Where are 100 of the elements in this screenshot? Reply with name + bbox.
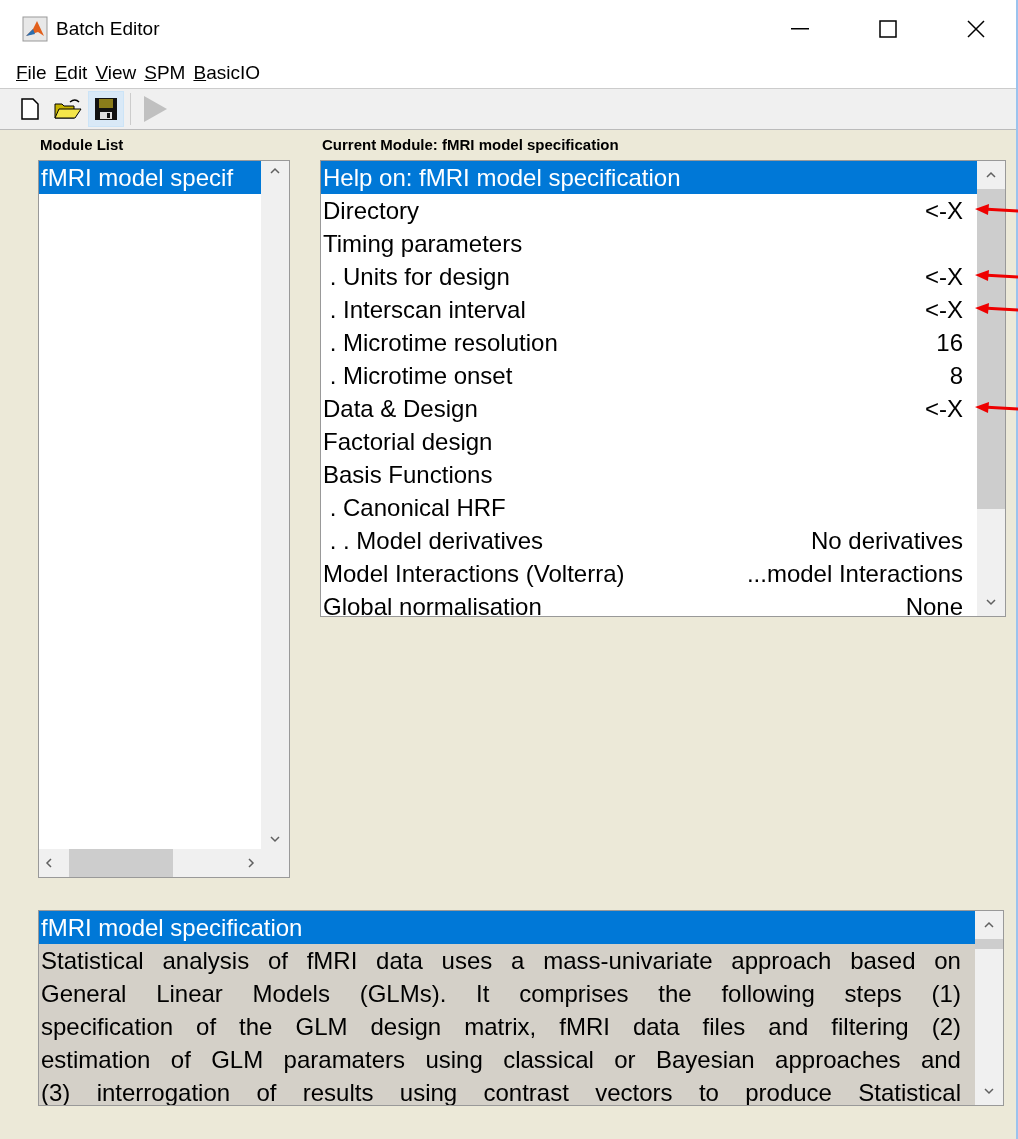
item-label[interactable]: . Canonical HRF xyxy=(323,491,506,524)
menu-item[interactable]: File xyxy=(16,62,47,84)
help-text-word: of xyxy=(170,1045,191,1075)
help-text-word: contrast xyxy=(483,1078,569,1105)
help-text-word: Statistical xyxy=(858,1078,961,1105)
play-icon xyxy=(142,95,168,123)
help-text-word: Statistical xyxy=(41,946,144,976)
save-tool-button[interactable] xyxy=(88,91,124,127)
window-title: Batch Editor xyxy=(56,18,161,40)
help-text-word: Models xyxy=(252,979,330,1009)
scroll-down-icon[interactable] xyxy=(986,598,996,606)
help-text-word: approaches xyxy=(775,1045,901,1075)
help-text-word: uses xyxy=(441,946,493,976)
scrollbar-thumb[interactable] xyxy=(977,189,1005,509)
item-label[interactable]: Global normalisation xyxy=(323,590,542,616)
item-value: None xyxy=(905,592,963,616)
item-label[interactable]: . . Model derivatives xyxy=(323,524,544,557)
help-text-word: based xyxy=(850,946,916,976)
help-text-word: (2) xyxy=(931,1012,962,1042)
menu-item[interactable]: View xyxy=(95,62,137,84)
scrollbar-thumb[interactable] xyxy=(975,939,1003,949)
help-text-word: results xyxy=(302,1078,374,1105)
help-text-word: the xyxy=(658,979,692,1009)
item-label[interactable]: Factorial design xyxy=(323,425,493,458)
scroll-down-icon[interactable] xyxy=(270,835,280,843)
menu-item[interactable]: SPM xyxy=(144,62,186,84)
help-text-word: data xyxy=(632,1012,680,1042)
item-value: 16 xyxy=(936,328,963,358)
help-text-word: matrix, xyxy=(464,1012,537,1042)
scroll-up-icon[interactable] xyxy=(984,921,994,929)
item-label[interactable]: Timing parameters xyxy=(323,227,523,260)
item-label[interactable]: . Interscan interval xyxy=(323,293,526,326)
help-text-word: and xyxy=(920,1045,961,1075)
item-label[interactable]: . Microtime onset xyxy=(323,359,513,392)
open-folder-icon xyxy=(54,98,82,120)
item-value: No derivatives xyxy=(810,526,963,556)
item-label[interactable]: Directory xyxy=(323,194,419,227)
help-text-word: specification xyxy=(41,1012,174,1042)
item-label[interactable]: Data & Design xyxy=(323,392,478,425)
help-text-word: a xyxy=(511,946,525,976)
new-file-icon xyxy=(21,98,39,120)
help-text-word: of xyxy=(196,1012,217,1042)
help-text-word: GLM xyxy=(295,1012,348,1042)
help-text-word: analysis xyxy=(162,946,250,976)
menu-item[interactable]: BasicIO xyxy=(193,62,260,84)
help-text-word: mass-univariate xyxy=(543,946,713,976)
help-text-word: fMRI xyxy=(559,1012,610,1042)
current-module-label: Current Module: fMRI model specification xyxy=(321,136,620,154)
item-value: <-X xyxy=(925,262,963,292)
help-text-word: Bayesian xyxy=(655,1045,755,1075)
help-text-word: filtering xyxy=(831,1012,909,1042)
help-text-word: Linear xyxy=(156,979,223,1009)
item-label[interactable]: Basis Functions xyxy=(323,458,493,491)
help-text-word: steps xyxy=(844,979,902,1009)
help-text-word: design xyxy=(370,1012,442,1042)
scroll-left-icon[interactable] xyxy=(45,858,53,868)
help-text-word: (1) xyxy=(931,979,961,1009)
scroll-down-icon[interactable] xyxy=(984,1087,994,1095)
item-value: <-X xyxy=(925,196,963,226)
help-text-word: vectors xyxy=(595,1078,673,1105)
minimize-icon[interactable] xyxy=(791,28,809,30)
help-text-word: comprises xyxy=(519,979,629,1009)
help-text-word: of xyxy=(256,1078,277,1105)
help-text-word: the xyxy=(239,1012,273,1042)
item-value: 8 xyxy=(949,361,963,391)
help-title: fMRI model specification xyxy=(39,911,975,944)
help-text-word: of xyxy=(267,946,288,976)
help-text-word: It xyxy=(476,979,490,1009)
close-icon[interactable] xyxy=(967,20,985,38)
scrollbar-thumb[interactable] xyxy=(69,849,173,877)
help-text-word: approach xyxy=(731,946,832,976)
scroll-up-icon[interactable] xyxy=(986,171,996,179)
module-list-item[interactable]: fMRI model specif xyxy=(39,161,261,194)
item-value: ...model Interactions xyxy=(746,559,963,589)
help-text-word: following xyxy=(721,979,815,1009)
scroll-right-icon[interactable] xyxy=(247,858,255,868)
help-text-word: to xyxy=(698,1078,719,1105)
maximize-icon[interactable] xyxy=(879,20,897,38)
help-text-word: GLM xyxy=(211,1045,264,1075)
item-label[interactable]: . Microtime resolution xyxy=(323,326,558,359)
app-logo-icon xyxy=(22,16,48,42)
help-text-word: paramaters xyxy=(283,1045,405,1075)
module-list-label: Module List xyxy=(39,136,125,154)
item-label[interactable]: Model Interactions (Volterra) xyxy=(323,557,625,590)
help-text-word: files xyxy=(702,1012,746,1042)
help-text-word: estimation xyxy=(41,1045,151,1075)
help-text-word: (GLMs). xyxy=(359,979,447,1009)
help-text-word: General xyxy=(41,979,127,1009)
help-text-word: using xyxy=(425,1045,483,1075)
help-text-word: on xyxy=(934,946,961,976)
help-text-word: fMRI xyxy=(306,946,358,976)
help-text-word: classical xyxy=(503,1045,594,1075)
item-value: <-X xyxy=(925,394,963,424)
help-text-word: and xyxy=(768,1012,809,1042)
help-text-word: or xyxy=(614,1045,636,1075)
menu-item[interactable]: Edit xyxy=(54,62,88,84)
item-value: <-X xyxy=(925,295,963,325)
item-label[interactable]: . Units for design xyxy=(323,260,510,293)
scroll-up-icon[interactable] xyxy=(270,167,280,175)
help-text-word: data xyxy=(376,946,423,976)
